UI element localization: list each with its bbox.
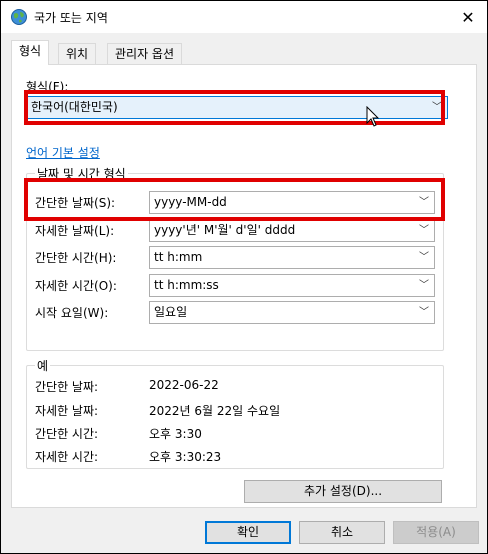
title-bar: 국가 또는 지역 ✕ <box>1 1 487 33</box>
apply-button[interactable]: 적용(A) <box>393 521 479 544</box>
globe-icon <box>11 9 27 25</box>
long-time-label: 자세한 시간(O): <box>35 279 117 293</box>
first-day-value: 일요일 <box>154 305 188 319</box>
first-day-select[interactable]: 일요일 ﹀ <box>149 301 435 324</box>
short-date-select[interactable]: yyyy-MM-dd ﹀ <box>149 191 435 214</box>
example-long-date-label: 자세한 날짜: <box>35 404 99 418</box>
chevron-down-icon: ﹀ <box>419 252 429 263</box>
window-title: 국가 또는 지역 <box>34 11 108 25</box>
first-day-label: 시작 요일(W): <box>35 306 109 320</box>
format-label: 형식(F): <box>26 80 69 94</box>
ok-button[interactable]: 확인 <box>205 521 291 544</box>
example-group-title: 예 <box>35 357 51 374</box>
cancel-button[interactable]: 취소 <box>299 521 385 544</box>
short-date-label: 간단한 날짜(S): <box>35 196 116 210</box>
mouse-cursor-icon <box>366 106 380 127</box>
example-short-date-label: 간단한 날짜: <box>35 380 99 394</box>
example-long-date-value: 2022년 6월 22일 수요일 <box>149 404 281 418</box>
close-button[interactable]: ✕ <box>453 5 483 29</box>
short-time-value: tt h:mm <box>154 250 203 264</box>
tab-panel: 형식(F): 한국어(대한민국) ﹀ 언어 기본 설정 날짜 및 시간 형식 간… <box>11 64 477 508</box>
example-group: 예 간단한 날짜: 2022-06-22 자세한 날짜: 2022년 6월 22… <box>26 357 444 469</box>
short-time-select[interactable]: tt h:mm ﹀ <box>149 246 435 269</box>
example-short-time-value: 오후 3:30 <box>149 427 202 441</box>
short-date-value: yyyy-MM-dd <box>154 195 227 209</box>
chevron-down-icon: ﹀ <box>419 225 429 236</box>
long-date-label: 자세한 날짜(L): <box>35 224 115 238</box>
long-date-value: yyyy'년' M'월' d'일' dddd <box>154 223 296 237</box>
additional-settings-button[interactable]: 추가 설정(D)... <box>244 480 442 503</box>
tab-format[interactable]: 형식 <box>11 40 50 65</box>
format-select-value: 한국어(대한민국) <box>31 100 118 114</box>
example-short-date-value: 2022-06-22 <box>149 378 219 392</box>
example-long-time-label: 자세한 시간: <box>35 450 99 464</box>
example-long-time-value: 오후 3:30:23 <box>149 450 222 464</box>
format-select[interactable]: 한국어(대한민국) ﹀ <box>26 96 448 119</box>
datetime-group-title: 날짜 및 시간 형식 <box>35 165 128 182</box>
tab-location[interactable]: 위치 <box>58 43 97 65</box>
close-icon: ✕ <box>461 7 475 27</box>
long-time-select[interactable]: tt h:mm:ss ﹀ <box>149 274 435 297</box>
long-time-value: tt h:mm:ss <box>154 278 219 292</box>
region-dialog: 국가 또는 지역 ✕ 형식 위치 관리자 옵션 형식(F): 한국어(대한민국)… <box>0 0 488 554</box>
long-date-select[interactable]: yyyy'년' M'월' d'일' dddd ﹀ <box>149 219 435 242</box>
example-short-time-label: 간단한 시간: <box>35 427 99 441</box>
short-time-label: 간단한 시간(H): <box>35 251 117 265</box>
tab-admin-options[interactable]: 관리자 옵션 <box>107 43 183 65</box>
chevron-down-icon: ﹀ <box>419 307 429 318</box>
datetime-format-group: 날짜 및 시간 형식 간단한 날짜(S): yyyy-MM-dd ﹀ 자세한 날… <box>26 165 444 351</box>
chevron-down-icon: ﹀ <box>419 197 429 208</box>
chevron-down-icon: ﹀ <box>419 280 429 291</box>
chevron-down-icon: ﹀ <box>432 102 442 113</box>
language-preferences-link[interactable]: 언어 기본 설정 <box>26 144 100 161</box>
